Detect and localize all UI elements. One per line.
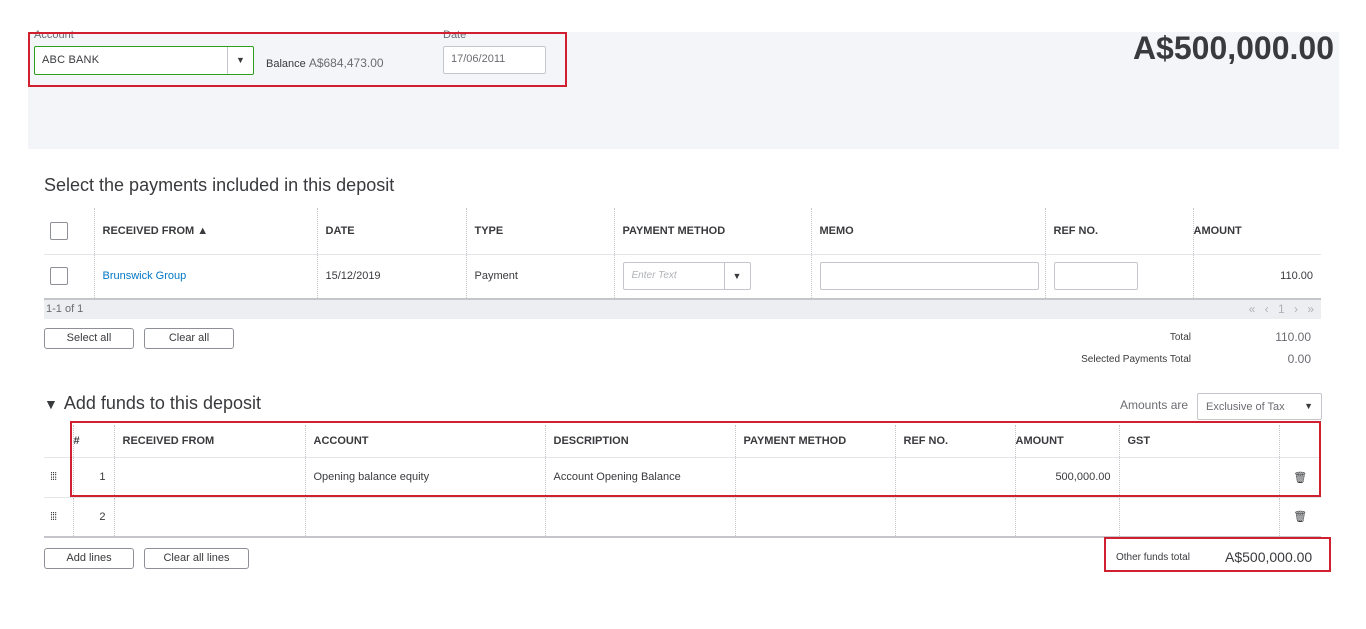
col-ref-no[interactable]: REF NO. — [1045, 208, 1194, 254]
payment-method-select[interactable]: Enter Text ▼ — [622, 262, 751, 291]
payments-total-label: Total — [1169, 332, 1191, 343]
account-cell[interactable]: Opening balance equity — [305, 457, 546, 497]
funds-header-row: # RECEIVED FROM ACCOUNT DESCRIPTION PAYM… — [44, 425, 1321, 457]
trash-icon[interactable]: 🗑 — [1279, 457, 1321, 497]
payments-header-row: RECEIVED FROM ▲ DATE TYPE PAYMENT METHOD… — [44, 208, 1321, 254]
col-payment-method[interactable]: PAYMENT METHOD — [614, 208, 812, 254]
funds-table: # RECEIVED FROM ACCOUNT DESCRIPTION PAYM… — [44, 425, 1321, 538]
col-received-from: RECEIVED FROM — [114, 425, 306, 457]
chevron-down-icon[interactable]: ▼ — [227, 47, 253, 74]
payment-amount: 110.00 — [1280, 270, 1313, 283]
payment-method-cell[interactable] — [735, 457, 896, 497]
pager-bar: 1-1 of 1 « ‹ 1 › » — [44, 300, 1321, 319]
pager-count: 1-1 of 1 — [46, 303, 84, 315]
table-row: Brunswick Group 15/12/2019 Payment Enter… — [44, 254, 1321, 299]
amounts-are-label: Amounts are — [1120, 398, 1189, 412]
payments-table: RECEIVED FROM ▲ DATE TYPE PAYMENT METHOD… — [44, 208, 1321, 300]
col-amount: AMOUNT — [1015, 425, 1120, 457]
row-checkbox[interactable] — [50, 267, 68, 286]
ref-no-cell[interactable] — [895, 497, 1016, 537]
drag-handle-icon[interactable]: ⁞⁞⁞ — [44, 457, 74, 497]
payment-date: 15/12/2019 — [317, 254, 467, 299]
payment-type: Payment — [466, 254, 615, 299]
gst-cell[interactable] — [1119, 497, 1280, 537]
clear-all-lines-button[interactable]: Clear all lines — [144, 548, 249, 569]
balance-label: Balance — [266, 58, 306, 70]
funds-section-title[interactable]: ▼ Add funds to this deposit — [44, 393, 261, 414]
col-description: DESCRIPTION — [545, 425, 736, 457]
balance-value: A$684,473.00 — [308, 56, 384, 70]
col-ref-no: REF NO. — [895, 425, 1016, 457]
ref-no-input[interactable] — [1053, 262, 1138, 291]
table-row[interactable]: ⁞⁞⁞ 1 Opening balance equity Account Ope… — [44, 457, 1321, 497]
tax-mode-select[interactable]: Exclusive of Tax ▼ — [1197, 393, 1322, 420]
trash-icon[interactable]: 🗑 — [1279, 497, 1321, 537]
date-label: Date — [443, 29, 467, 41]
account-value: ABC BANK — [42, 54, 100, 66]
collapse-toggle-icon[interactable]: ▼ — [44, 396, 58, 412]
selected-total-label: Selected Payments Total — [1081, 354, 1191, 365]
description-cell[interactable] — [545, 497, 736, 537]
memo-input[interactable] — [819, 262, 1039, 291]
date-input[interactable]: 17/06/2011 — [443, 46, 546, 74]
description-cell[interactable]: Account Opening Balance — [545, 457, 736, 497]
col-payment-method: PAYMENT METHOD — [735, 425, 896, 457]
chevron-down-icon[interactable]: ▼ — [1304, 401, 1313, 411]
pager-nav[interactable]: « ‹ 1 › » — [1249, 302, 1317, 316]
col-type[interactable]: TYPE — [466, 208, 615, 254]
funds-title-text: Add funds to this deposit — [63, 393, 261, 413]
payment-method-cell[interactable] — [735, 497, 896, 537]
amount-cell[interactable] — [1015, 497, 1120, 537]
account-select[interactable]: ABC BANK ▼ — [34, 46, 254, 75]
col-date[interactable]: DATE — [317, 208, 467, 254]
chevron-down-icon[interactable]: ▼ — [723, 263, 750, 290]
other-funds-total-label: Other funds total — [1116, 552, 1190, 563]
received-from-cell[interactable] — [114, 457, 306, 497]
table-row[interactable]: ⁞⁞⁞ 2 🗑 — [44, 497, 1321, 537]
selected-total-value: 0.00 — [1287, 352, 1311, 366]
gst-cell[interactable] — [1119, 457, 1280, 497]
payment-method-placeholder: Enter Text — [631, 270, 677, 282]
clear-all-button[interactable]: Clear all — [144, 328, 234, 349]
payments-section-title: Select the payments included in this dep… — [44, 175, 395, 195]
deposit-total-amount: A$500,000.00 — [1132, 30, 1334, 66]
col-account: ACCOUNT — [305, 425, 546, 457]
received-from-link[interactable]: Brunswick Group — [103, 270, 187, 282]
select-all-button[interactable]: Select all — [44, 328, 134, 349]
drag-handle-icon[interactable]: ⁞⁞⁞ — [44, 497, 74, 537]
account-label: Account — [34, 29, 74, 41]
col-memo[interactable]: MEMO — [811, 208, 1046, 254]
account-balance: Balance A$684,473.00 — [266, 56, 384, 70]
tax-mode-value: Exclusive of Tax — [1206, 401, 1285, 413]
col-amount[interactable]: AMOUNT — [1193, 208, 1321, 254]
add-lines-button[interactable]: Add lines — [44, 548, 134, 569]
payments-total-value: 110.00 — [1275, 330, 1311, 344]
received-from-cell[interactable] — [114, 497, 306, 537]
other-funds-total-value: A$500,000.00 — [1225, 549, 1313, 565]
amount-cell[interactable]: 500,000.00 — [1015, 457, 1120, 497]
account-cell[interactable] — [305, 497, 546, 537]
line-number: 1 — [73, 457, 115, 497]
line-number: 2 — [73, 497, 115, 537]
col-gst: GST — [1119, 425, 1280, 457]
col-line-number: # — [73, 425, 115, 457]
ref-no-cell[interactable] — [895, 457, 1016, 497]
col-received-from[interactable]: RECEIVED FROM ▲ — [94, 208, 318, 254]
select-all-checkbox[interactable] — [50, 221, 68, 240]
